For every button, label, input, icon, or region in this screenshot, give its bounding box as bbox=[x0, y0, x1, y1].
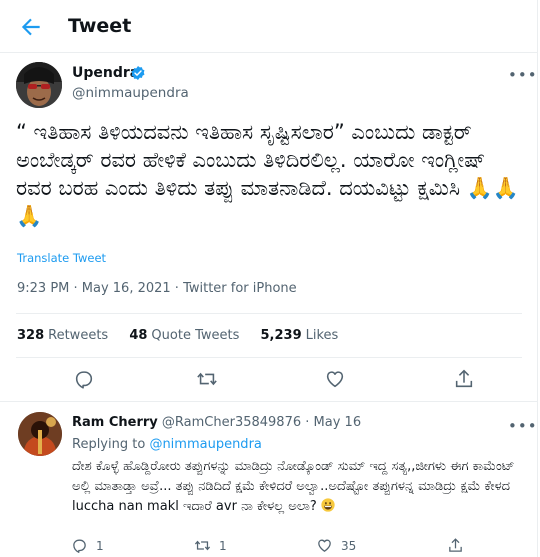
divider bbox=[0, 401, 538, 402]
tweet-timestamp[interactable]: 9:23 PM · May 16, 2021 · Twitter for iPh… bbox=[17, 281, 297, 296]
reply-retweet-button[interactable]: 1 bbox=[194, 537, 227, 554]
share-icon[interactable] bbox=[453, 368, 477, 392]
tweet-text: “ ಇತಿಹಾಸ ತಿಳಿಯದವನು ಇತಿಹಾಸ ಸೃಷ್ಟಿಸಲಾರ” ಎಂ… bbox=[16, 120, 519, 228]
author-handle[interactable]: @nimmaupendra bbox=[72, 84, 189, 102]
reply-actions: 1 1 35 bbox=[0, 537, 538, 557]
reply-reply-button[interactable]: 1 bbox=[71, 537, 104, 554]
like-heart-icon bbox=[318, 539, 331, 552]
quote-tweets-stat[interactable]: 48 Quote Tweets bbox=[129, 328, 239, 343]
replying-to-mention[interactable]: @nimmaupendra bbox=[149, 437, 261, 452]
reply-date[interactable]: May 16 bbox=[314, 415, 362, 430]
verified-badge-icon bbox=[130, 65, 146, 81]
divider bbox=[16, 357, 522, 358]
reply-author-name[interactable]: Ram Cherry bbox=[72, 415, 158, 430]
separator-dot: · bbox=[305, 415, 310, 430]
reply-share-button[interactable] bbox=[447, 537, 464, 554]
reply-header: Ram Cherry @RamCher35849876 · May 16 bbox=[72, 415, 361, 430]
grinning-face-emoji-icon bbox=[321, 498, 335, 512]
retweet-icon bbox=[194, 540, 211, 551]
tweet-actions bbox=[0, 368, 538, 394]
reply-like-count: 35 bbox=[341, 538, 357, 553]
more-options-icon[interactable]: ••• bbox=[508, 66, 538, 84]
page-title: Tweet bbox=[68, 15, 132, 37]
top-header: Tweet bbox=[0, 0, 538, 53]
reply-like-button[interactable]: 35 bbox=[316, 537, 356, 554]
back-arrow-icon[interactable] bbox=[18, 14, 44, 40]
reply-author-handle[interactable]: @RamCher35849876 bbox=[162, 415, 301, 430]
tweet-detail-page: Tweet Upendra @nimmaupendra ••• “ ಇತಿಹಾಸ… bbox=[0, 0, 538, 557]
translate-tweet-link[interactable]: Translate Tweet bbox=[17, 251, 106, 265]
reply-retweet-count: 1 bbox=[219, 538, 227, 553]
divider bbox=[16, 313, 522, 314]
avatar[interactable] bbox=[16, 62, 62, 108]
reply-more-options-icon[interactable]: ••• bbox=[508, 417, 538, 435]
replying-to: Replying to @nimmaupendra bbox=[72, 437, 262, 452]
tweet-stats: 328 Retweets 48 Quote Tweets 5,239 Likes bbox=[17, 328, 338, 343]
reply-text: ದೇಶ ಕೊಳ್ಳೆ ಹೊಡ್ದಿರೋರು ತಪ್ಪುಗಳನ್ನು ಮಾಡಿದ್… bbox=[72, 459, 515, 514]
share-icon bbox=[449, 538, 462, 552]
reply-icon bbox=[73, 539, 86, 553]
retweet-icon[interactable] bbox=[196, 368, 220, 392]
like-heart-icon[interactable] bbox=[324, 368, 348, 392]
reply-avatar[interactable] bbox=[18, 412, 62, 456]
likes-stat[interactable]: 5,239 Likes bbox=[261, 328, 339, 343]
reply-reply-count: 1 bbox=[96, 538, 104, 553]
retweets-stat[interactable]: 328 Retweets bbox=[17, 328, 108, 343]
reply-icon[interactable] bbox=[73, 368, 97, 392]
